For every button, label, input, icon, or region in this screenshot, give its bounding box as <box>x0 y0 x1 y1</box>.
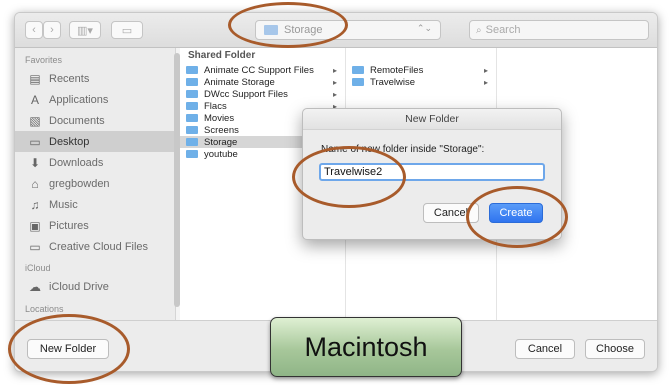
sidebar-item-documents[interactable]: ▧ Documents <box>15 110 175 131</box>
disclosure-arrow-icon: ▸ <box>332 77 337 87</box>
folder-icon <box>186 138 198 146</box>
list-item-label: youtube <box>204 148 238 160</box>
sidebar-item-label: Applications <box>49 93 109 106</box>
list-item[interactable]: DWcc Support Files ▸ <box>180 88 345 100</box>
recents-icon: ▤ <box>29 71 41 86</box>
folder-icon: ▭ <box>121 24 133 37</box>
sidebar-item-label: iCloud Drive <box>49 280 109 293</box>
search-field[interactable]: ⌕ Search <box>469 20 649 40</box>
folder-icon <box>186 126 198 134</box>
disclosure-arrow-icon: ▸ <box>332 65 337 75</box>
list-item[interactable]: RemoteFiles ▸ <box>346 64 496 76</box>
disclosure-arrow-icon: ▸ <box>332 89 337 99</box>
applications-icon: A <box>30 92 39 107</box>
home-icon: ⌂ <box>31 176 39 191</box>
highlight-oval-location <box>228 2 348 48</box>
updown-chevron-icon: ⌃⌄ <box>416 23 432 33</box>
list-item-label: Screens <box>204 124 239 136</box>
disclosure-arrow-icon: ▸ <box>483 77 488 87</box>
sidebar-item-music[interactable]: ♫ Music <box>15 194 175 215</box>
list-item-label: Travelwise <box>370 76 416 88</box>
view-options-button[interactable]: ▥▾ <box>69 21 101 39</box>
sidebar-item-creative-cloud-files[interactable]: ▭ Creative Cloud Files <box>15 236 175 257</box>
folder-icon <box>186 90 198 98</box>
sidebar-item-gregbowden[interactable]: ⌂ gregbowden <box>15 173 175 194</box>
list-item-label: Storage <box>204 136 238 148</box>
sidebar-item-label: Documents <box>49 114 105 127</box>
sidebar-item-label: gregbowden <box>49 177 110 190</box>
pictures-icon: ▣ <box>29 218 41 233</box>
sidebar-item-label: Desktop <box>49 135 90 148</box>
list-item[interactable]: Travelwise ▸ <box>346 76 496 88</box>
list-item-label: DWcc Support Files <box>204 88 288 100</box>
sidebar-item-label: Downloads <box>49 156 104 169</box>
cancel-button[interactable]: Cancel <box>515 339 575 359</box>
list-item-label: RemoteFiles <box>370 64 424 76</box>
list-item-label: Movies <box>204 112 235 124</box>
folder-icon <box>186 102 198 110</box>
sidebar-item-label: Music <box>49 198 78 211</box>
list-item[interactable]: Animate Storage ▸ <box>180 76 345 88</box>
list-item-label: Animate Storage <box>204 76 275 88</box>
locations-heading: Locations <box>25 304 64 314</box>
list-item-label: Flacs <box>204 100 227 112</box>
sidebar-item-applications[interactable]: A Applications <box>15 89 175 110</box>
highlight-oval-input <box>292 146 406 208</box>
sidebar-item-downloads[interactable]: ⬇ Downloads <box>15 152 175 173</box>
list-item[interactable]: Animate CC Support Files ▸ <box>180 64 345 76</box>
sidebar: Favorites ▤ Recents A Applications ▧ Document… <box>15 48 176 320</box>
sidebar-item-desktop[interactable]: ▭ Desktop <box>15 131 175 152</box>
downloads-icon: ⬇ <box>29 155 41 170</box>
sidebar-item-label: Creative Cloud Files <box>49 240 149 253</box>
sidebar-item-label: Recents <box>49 72 90 85</box>
forward-button[interactable]: › <box>43 21 61 39</box>
back-button[interactable]: ‹ <box>25 21 43 39</box>
column-view-icon: ▥▾ <box>77 24 93 37</box>
chevron-left-icon: ‹ <box>32 24 36 36</box>
folder-icon <box>352 66 364 74</box>
highlight-oval-create <box>466 186 568 248</box>
sidebar-item-recents[interactable]: ▤ Recents <box>15 68 175 89</box>
folder-icon <box>186 66 198 74</box>
folder-icon <box>186 150 198 158</box>
sidebar-item-pictures[interactable]: ▣ Pictures <box>15 215 175 236</box>
highlight-oval-new-folder <box>8 314 130 384</box>
folder-icon <box>186 78 198 86</box>
icloud-heading: iCloud <box>25 263 51 273</box>
platform-caption: Macintosh <box>270 317 462 377</box>
music-icon: ♫ <box>30 197 40 212</box>
cloud-icon: ☁ <box>29 279 41 294</box>
documents-icon: ▧ <box>29 113 41 128</box>
choose-button[interactable]: Choose <box>585 339 645 359</box>
favorites-heading: Favorites <box>25 55 63 65</box>
chevron-right-icon: › <box>50 24 54 36</box>
desktop-icon: ▭ <box>29 134 41 149</box>
search-placeholder: Search <box>485 24 521 36</box>
folder-icon <box>352 78 364 86</box>
creative-cloud-folder-icon: ▭ <box>29 239 41 254</box>
dialog-title: New Folder <box>303 109 561 130</box>
folder-icon <box>186 114 198 122</box>
folder-button[interactable]: ▭ <box>111 21 143 39</box>
search-icon: ⌕ <box>476 24 482 36</box>
list-item-label: Animate CC Support Files <box>204 64 314 76</box>
sidebar-item-label: Pictures <box>49 219 89 232</box>
column-header: Shared Folder <box>188 50 256 61</box>
disclosure-arrow-icon: ▸ <box>483 65 488 75</box>
sidebar-item-icloud-drive[interactable]: ☁ iCloud Drive <box>15 276 175 297</box>
